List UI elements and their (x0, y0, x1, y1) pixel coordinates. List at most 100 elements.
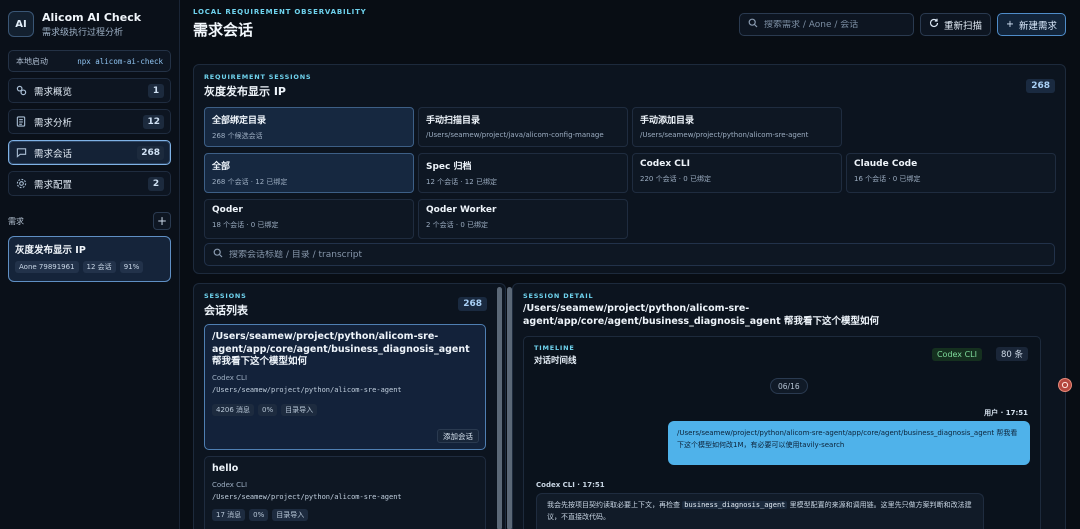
grid-spacer (846, 107, 1056, 147)
session-total-badge: 268 (1026, 79, 1055, 93)
user-message-bubble: /Users/seamew/project/python/alicom-sre-… (668, 421, 1030, 465)
search-icon (213, 248, 223, 261)
assistant-text-pre: 我会先按项目契约读取必要上下文，再检查 (547, 501, 683, 509)
floating-assistant-avatar[interactable] (1058, 378, 1072, 392)
session-search-input[interactable] (229, 249, 1046, 260)
add-requirement-button[interactable]: + (153, 212, 171, 230)
filter-sub: 12 个会话 · 12 已绑定 (426, 178, 497, 186)
filter-manual-add-dir[interactable]: 手动添加目录 /Users/seamew/project/python/alic… (632, 107, 842, 147)
requirement-sessions-panel: REQUIREMENT SESSIONS 灰度发布显示 IP 268 全部绑定目… (193, 64, 1066, 274)
local-launch-row: 本地启动 npx alicom-ai-check (8, 50, 171, 72)
tool-badge: Codex CLI (931, 348, 982, 361)
filter-title: Qoder Worker (426, 205, 497, 215)
panel-eyebrow: SESSIONS (204, 292, 247, 300)
nav-item-sessions[interactable]: 需求会话 268 (8, 140, 171, 165)
sidebar-nav: 需求概览 1 需求分析 12 需求会话 268 需求配置 2 (8, 78, 171, 196)
session-list-count: 268 (458, 297, 487, 311)
filter-sub: 2 个会话 · 0 已绑定 (426, 221, 489, 229)
session-tags: 4206 消息 0% 目录导入 (212, 403, 478, 416)
new-requirement-button[interactable]: + 新建需求 (997, 13, 1066, 36)
link-icon (15, 85, 27, 97)
requirement-search-input[interactable] (764, 19, 905, 30)
gear-icon (15, 178, 27, 190)
brand: AI Alicom AI Check 需求级执行过程分析 (8, 8, 171, 40)
session-search[interactable] (204, 243, 1055, 266)
panel-eyebrow: SESSION DETAIL (523, 292, 594, 300)
sidebar: AI Alicom AI Check 需求级执行过程分析 本地启动 npx al… (0, 0, 180, 529)
aone-tag: Aone 79891961 (15, 261, 79, 273)
refresh-icon (929, 18, 939, 31)
filter-title: 全部绑定目录 (212, 116, 267, 126)
detail-scrollbar[interactable] (507, 287, 512, 529)
session-item[interactable]: hello Codex CLI /Users/seamew/project/py… (204, 456, 486, 529)
topbar: LOCAL REQUIREMENT OBSERVABILITY 需求会话 重新扫… (193, 8, 1066, 42)
nav-item-overview[interactable]: 需求概览 1 (8, 78, 171, 103)
filter-sub: /Users/seamew/project/java/alicom-config… (426, 131, 604, 139)
rescan-label: 重新扫描 (944, 20, 983, 32)
requirement-card[interactable]: 灰度发布显示 IP Aone 79891961 12 会话 91% (8, 236, 171, 282)
session-list-scrollbar[interactable] (497, 287, 502, 529)
filter-sub: /Users/seamew/project/python/alicom-sre-… (640, 131, 809, 139)
nav-label: 需求概览 (34, 86, 73, 98)
session-detail-panel: SESSION DETAIL /Users/seamew/project/pyt… (507, 283, 1066, 529)
requirement-search[interactable] (739, 13, 914, 36)
source-tag: 目录导入 (272, 508, 309, 521)
launch-label: 本地启动 (16, 56, 48, 66)
requirement-title: 灰度发布显示 IP (15, 245, 86, 256)
filter-manual-scan-dir[interactable]: 手动扫描目录 /Users/seamew/project/java/alicom… (418, 107, 628, 147)
new-requirement-label: 新建需求 (1018, 20, 1057, 32)
search-icon (748, 18, 758, 31)
nav-item-analysis[interactable]: 需求分析 12 (8, 109, 171, 134)
session-list-panel: SESSIONS 会话列表 268 /Users/seamew/project/… (193, 283, 506, 529)
date-divider: 06/16 (770, 378, 808, 394)
filter-title: 全部 (212, 162, 231, 172)
filter-title: Qoder (212, 205, 243, 215)
nav-count: 1 (148, 83, 164, 98)
nav-item-config[interactable]: 需求配置 2 (8, 171, 171, 196)
filter-sub: 268 个候选会话 (212, 132, 263, 140)
filter-spec-archive[interactable]: Spec 归档 12 个会话 · 12 已绑定 (418, 153, 628, 193)
launch-command[interactable]: npx alicom-ai-check (77, 57, 163, 66)
filter-title: Codex CLI (640, 159, 690, 169)
filter-sub: 16 个会话 · 0 已绑定 (854, 175, 921, 183)
brand-logo: AI (8, 11, 34, 37)
chat-icon (15, 147, 27, 159)
filter-title: Spec 归档 (426, 162, 472, 172)
session-title: hello (212, 463, 239, 474)
source-tag: 目录导入 (281, 403, 318, 416)
filter-qoder-worker[interactable]: Qoder Worker 2 个会话 · 0 已绑定 (418, 199, 628, 239)
progress-tag: 0% (258, 403, 278, 416)
user-message-meta: 用户 · 17:51 (984, 409, 1028, 417)
add-session-button[interactable]: 添加会话 (437, 429, 479, 443)
message-count-tag: 17 消息 (212, 508, 246, 521)
plus-icon: + (1006, 19, 1014, 30)
brand-subtitle: 需求级执行过程分析 (42, 27, 124, 38)
session-tool: Codex CLI (212, 373, 248, 382)
nav-count: 268 (137, 145, 164, 160)
requirements-header: 需求 + (8, 212, 171, 230)
filter-title: Claude Code (854, 159, 918, 169)
filter-sub: 220 个会话 · 0 已绑定 (640, 175, 711, 183)
filter-sub: 268 个会话 · 12 已绑定 (212, 178, 288, 186)
filter-claude-code[interactable]: Claude Code 16 个会话 · 0 已绑定 (846, 153, 1056, 193)
panel-title: 灰度发布显示 IP (204, 85, 286, 98)
filter-sub: 18 个会话 · 0 已绑定 (212, 221, 279, 229)
document-icon (15, 116, 27, 128)
source-filter-grid: 全部绑定目录 268 个候选会话 手动扫描目录 /Users/seamew/pr… (204, 107, 1056, 239)
session-item[interactable]: /Users/seamew/project/python/alicom-sre-… (204, 324, 486, 450)
session-path: /Users/seamew/project/python/alicom-sre-… (212, 492, 402, 501)
panel-title: 会话列表 (204, 304, 248, 317)
filter-qoder[interactable]: Qoder 18 个会话 · 0 已绑定 (204, 199, 414, 239)
filter-codex-cli[interactable]: Codex CLI 220 个会话 · 0 已绑定 (632, 153, 842, 193)
inline-code: business_diagnosis_agent (682, 501, 788, 509)
message-count-badge: 80 条 (995, 347, 1028, 361)
nav-label: 需求会话 (34, 148, 73, 160)
brand-title: Alicom AI Check (42, 10, 142, 24)
rescan-button[interactable]: 重新扫描 (920, 13, 992, 36)
filter-all-bound-dirs[interactable]: 全部绑定目录 268 个候选会话 (204, 107, 414, 147)
session-count-tag: 12 会话 (82, 261, 116, 273)
nav-label: 需求配置 (34, 179, 73, 191)
assistant-message-bubble: 我会先按项目契约读取必要上下文，再检查 business_diagnosis_a… (536, 493, 984, 529)
filter-all[interactable]: 全部 268 个会话 · 12 已绑定 (204, 153, 414, 193)
timeline: TIMELINE 对话时间线 Codex CLI 80 条 06/16 用户 ·… (523, 336, 1041, 529)
